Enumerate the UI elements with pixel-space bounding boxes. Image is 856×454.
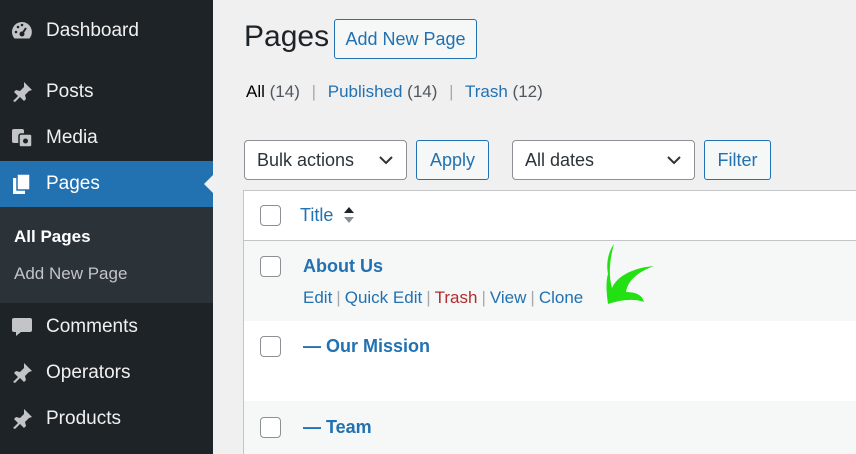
menu-label: Pages xyxy=(46,173,100,194)
page-title: Pages xyxy=(244,20,330,53)
chevron-down-icon xyxy=(379,156,393,165)
quick-edit-link[interactable]: Quick Edit xyxy=(345,288,422,307)
table-header: Title xyxy=(244,191,856,241)
menu-item-operators[interactable]: Operators xyxy=(0,350,213,396)
media-icon xyxy=(9,125,35,151)
row-title-link[interactable]: — Our Mission xyxy=(303,336,430,357)
filter-published[interactable]: Published xyxy=(328,82,403,101)
bulk-actions-select[interactable]: Bulk actions xyxy=(244,140,407,180)
pages-table: Title About Us Edit | Quick Edit | Trash | Vie… xyxy=(243,190,856,454)
separator: | xyxy=(449,82,454,101)
menu-item-comments[interactable]: Comments xyxy=(0,304,213,350)
row-actions: Edit | Quick Edit | Trash | View | Clone xyxy=(303,288,583,308)
trash-link[interactable]: Trash xyxy=(435,288,478,307)
admin-sidebar: Dashboard Posts Media Pages All Pages Ad… xyxy=(0,0,213,454)
sort-icon[interactable] xyxy=(343,204,355,226)
menu-label: Posts xyxy=(46,81,94,102)
separator: | xyxy=(311,82,317,101)
bulk-actions-value: Bulk actions xyxy=(257,149,355,170)
filter-published-count: (14) xyxy=(407,82,438,101)
table-row: — Team xyxy=(244,401,856,454)
filter-button[interactable]: Filter xyxy=(704,140,771,180)
menu-item-products[interactable]: Products xyxy=(0,396,213,442)
column-title[interactable]: Title xyxy=(300,205,333,226)
row-checkbox[interactable] xyxy=(260,336,281,357)
dates-value: All dates xyxy=(525,149,595,170)
menu-label: Dashboard xyxy=(46,20,139,41)
pin-icon xyxy=(9,406,35,432)
menu-label: Products xyxy=(46,408,121,429)
menu-item-pages[interactable]: Pages xyxy=(0,161,213,207)
view-link[interactable]: View xyxy=(490,288,527,307)
chevron-down-icon xyxy=(667,156,681,165)
menu-item-media[interactable]: Media xyxy=(0,115,213,161)
menu-item-dashboard[interactable]: Dashboard xyxy=(0,8,213,54)
row-title-link[interactable]: — Team xyxy=(303,417,372,438)
submenu-add-new-page[interactable]: Add New Page xyxy=(14,264,127,284)
clone-link[interactable]: Clone xyxy=(539,288,583,307)
annotation-arrow-icon xyxy=(606,244,654,304)
edit-link[interactable]: Edit xyxy=(303,288,332,307)
pin-icon xyxy=(9,79,35,105)
menu-item-posts[interactable]: Posts xyxy=(0,69,213,115)
separator: | xyxy=(336,288,341,307)
apply-button[interactable]: Apply xyxy=(416,140,489,180)
row-title-link[interactable]: About Us xyxy=(303,256,383,277)
filter-trash[interactable]: Trash xyxy=(465,82,508,101)
menu-label: Comments xyxy=(46,316,138,337)
pages-submenu: All Pages Add New Page xyxy=(0,207,213,303)
add-new-page-button[interactable]: Add New Page xyxy=(334,19,477,59)
menu-label: Media xyxy=(46,127,98,148)
filter-trash-count: (12) xyxy=(512,82,543,101)
pages-icon xyxy=(9,171,35,197)
menu-label: Operators xyxy=(46,362,131,383)
row-checkbox[interactable] xyxy=(260,417,281,438)
dates-select[interactable]: All dates xyxy=(512,140,695,180)
separator: | xyxy=(426,288,431,307)
submenu-all-pages[interactable]: All Pages xyxy=(14,227,91,247)
select-all-checkbox[interactable] xyxy=(260,205,281,226)
separator: | xyxy=(530,288,535,307)
pin-icon xyxy=(9,360,35,386)
row-checkbox[interactable] xyxy=(260,256,281,277)
filter-all[interactable]: All xyxy=(246,82,265,101)
dashboard-icon xyxy=(9,18,35,44)
status-filter-links: All (14) | Published (14) | Trash (12) xyxy=(246,82,543,102)
comment-icon xyxy=(9,314,35,340)
separator: | xyxy=(481,288,486,307)
table-row: — Our Mission xyxy=(244,321,856,401)
table-row: About Us Edit | Quick Edit | Trash | View | Clon… xyxy=(244,241,856,321)
filter-all-count: (14) xyxy=(269,82,300,101)
